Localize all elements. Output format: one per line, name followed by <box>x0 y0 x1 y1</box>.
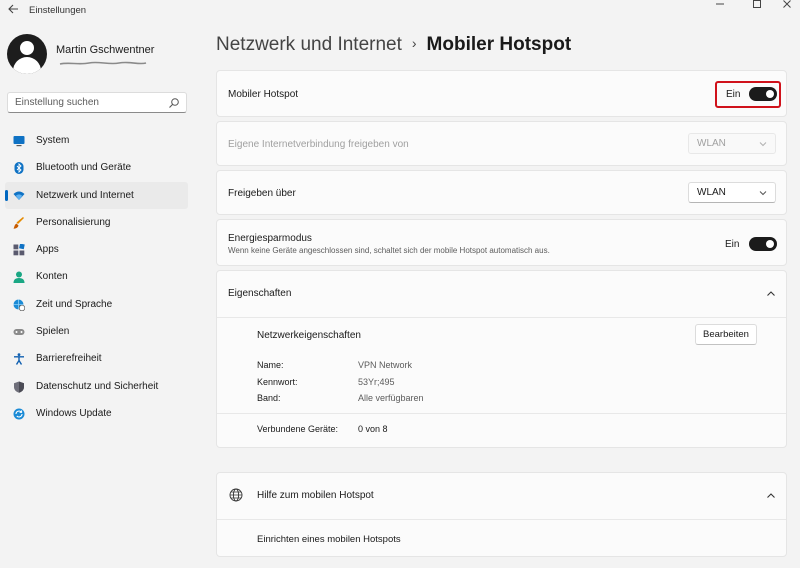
sidebar-item-windows-update[interactable]: Windows Update <box>5 400 188 427</box>
network-properties-title: Netzwerkeigenschaften <box>257 330 361 341</box>
brush-icon <box>13 216 24 229</box>
power-saving-toggle[interactable] <box>749 237 777 251</box>
search-placeholder: Einstellung suchen <box>15 97 99 108</box>
divider <box>217 317 786 318</box>
sidebar-item-label: Zeit und Sprache <box>36 298 113 310</box>
globe-icon <box>229 488 243 502</box>
sidebar-item-personalization[interactable]: Personalisierung <box>5 209 188 236</box>
power-saving-toggle-text: Ein <box>725 239 740 250</box>
chevron-up-icon <box>767 493 775 498</box>
share-over-card: Freigeben über WLAN <box>216 170 787 215</box>
properties-header-label: Eigenschaften <box>228 288 292 299</box>
back-arrow-icon[interactable] <box>6 3 20 17</box>
help-link[interactable]: Einrichten eines mobilen Hotspots <box>257 534 401 545</box>
sidebar-item-bluetooth[interactable]: Bluetooth und Geräte <box>5 154 188 181</box>
person-icon <box>13 271 25 284</box>
active-indicator <box>5 189 8 201</box>
sidebar-item-label: Personalisierung <box>36 216 111 228</box>
sidebar-item-network[interactable]: Netzwerk und Internet <box>5 181 188 209</box>
sidebar-item-label: System <box>36 135 70 146</box>
breadcrumb-parent[interactable]: Netzwerk und Internet <box>216 34 402 55</box>
sidebar-item-system[interactable]: System <box>5 127 188 154</box>
sidebar-item-apps[interactable]: Apps <box>5 236 188 263</box>
power-saving-card: Energiesparmodus Wenn keine Geräte anges… <box>216 219 787 266</box>
help-card: Hilfe zum mobilen Hotspot Einrichten ein… <box>216 472 787 557</box>
properties-header[interactable]: Eigenschaften <box>217 271 786 317</box>
sidebar-item-label: Bluetooth und Geräte <box>36 162 132 174</box>
user-name: Martin Gschwentner <box>56 44 155 56</box>
share-over-label: Freigeben über <box>228 188 296 199</box>
avatar <box>7 34 47 74</box>
accessibility-icon <box>14 353 24 366</box>
sidebar-item-label: Windows Update <box>36 407 112 419</box>
share-from-value: WLAN <box>697 138 726 149</box>
connected-devices-label: Verbundene Geräte: <box>257 424 339 434</box>
chevron-down-icon <box>759 191 767 196</box>
hotspot-toggle-text: Ein <box>726 89 741 100</box>
power-saving-label: Energiesparmodus <box>228 233 312 244</box>
share-over-value: WLAN <box>697 187 726 198</box>
maximize-button[interactable] <box>740 0 774 12</box>
help-header-label: Hilfe zum mobilen Hotspot <box>257 490 374 501</box>
sidebar-item-label: Spielen <box>36 326 70 338</box>
share-over-dropdown[interactable]: WLAN <box>688 182 776 203</box>
breadcrumb-separator: › <box>411 35 417 51</box>
sidebar-item-accounts[interactable]: Konten <box>5 263 188 290</box>
bluetooth-icon <box>14 162 24 175</box>
help-header[interactable]: Hilfe zum mobilen Hotspot <box>217 473 786 519</box>
share-from-dropdown[interactable]: WLAN <box>688 133 776 154</box>
page-title: Mobiler Hotspot <box>426 34 572 55</box>
name-value: VPN Network <box>358 360 413 370</box>
hotspot-label: Mobiler Hotspot <box>228 89 299 100</box>
sidebar-item-privacy[interactable]: Datenschutz und Sicherheit <box>5 373 188 400</box>
monitor-icon <box>13 136 25 147</box>
search-input[interactable]: Einstellung suchen <box>7 92 187 113</box>
close-button[interactable] <box>770 0 800 12</box>
chevron-down-icon <box>759 142 767 147</box>
name-label: Name: <box>257 360 284 370</box>
shield-icon <box>14 381 24 393</box>
share-from-label: Eigene Internetverbindung freigeben von <box>228 139 409 150</box>
connected-devices-value: 0 von 8 <box>358 424 388 434</box>
wifi-icon <box>13 191 25 200</box>
band-label: Band: <box>257 393 281 403</box>
hotspot-card: Mobiler Hotspot Ein <box>216 70 787 117</box>
sidebar-item-label: Konten <box>36 271 68 283</box>
breadcrumb: Netzwerk und Internet › Mobiler Hotspot <box>216 34 571 56</box>
sidebar-item-label: Barrierefreiheit <box>36 353 102 365</box>
properties-card: Eigenschaften Netzwerkeigenschaften Bear… <box>216 270 787 448</box>
update-icon <box>13 408 25 420</box>
sidebar-item-label: Netzwerk und Internet <box>36 189 134 201</box>
window-title: Einstellungen <box>29 5 87 16</box>
divider <box>217 519 786 520</box>
sidebar-item-accessibility[interactable]: Barrierefreiheit <box>5 345 188 372</box>
globe-clock-icon <box>13 299 25 311</box>
password-label: Kennwort: <box>257 377 298 387</box>
divider <box>217 413 786 414</box>
apps-icon <box>13 244 25 256</box>
power-saving-description: Wenn keine Geräte angeschlossen sind, sc… <box>228 246 550 255</box>
title-bar: Einstellungen <box>0 0 800 22</box>
edit-button[interactable]: Bearbeiten <box>695 324 757 345</box>
sidebar-item-gaming[interactable]: Spielen <box>5 318 188 345</box>
gamepad-icon <box>13 329 25 336</box>
chevron-up-icon <box>767 291 775 296</box>
minimize-button[interactable] <box>703 0 737 12</box>
search-icon <box>169 98 179 108</box>
password-value: 53Yr;495 <box>358 377 395 387</box>
redaction-scribble <box>59 61 147 65</box>
hotspot-toggle[interactable] <box>749 87 777 101</box>
share-from-card: Eigene Internetverbindung freigeben von … <box>216 121 787 166</box>
sidebar-nav: System Bluetooth und Geräte Netzwerk und… <box>5 127 188 427</box>
sidebar-item-label: Apps <box>36 244 59 256</box>
sidebar-item-label: Datenschutz und Sicherheit <box>36 380 159 392</box>
sidebar-item-time-language[interactable]: Zeit und Sprache <box>5 291 188 318</box>
band-value: Alle verfügbaren <box>358 393 424 403</box>
